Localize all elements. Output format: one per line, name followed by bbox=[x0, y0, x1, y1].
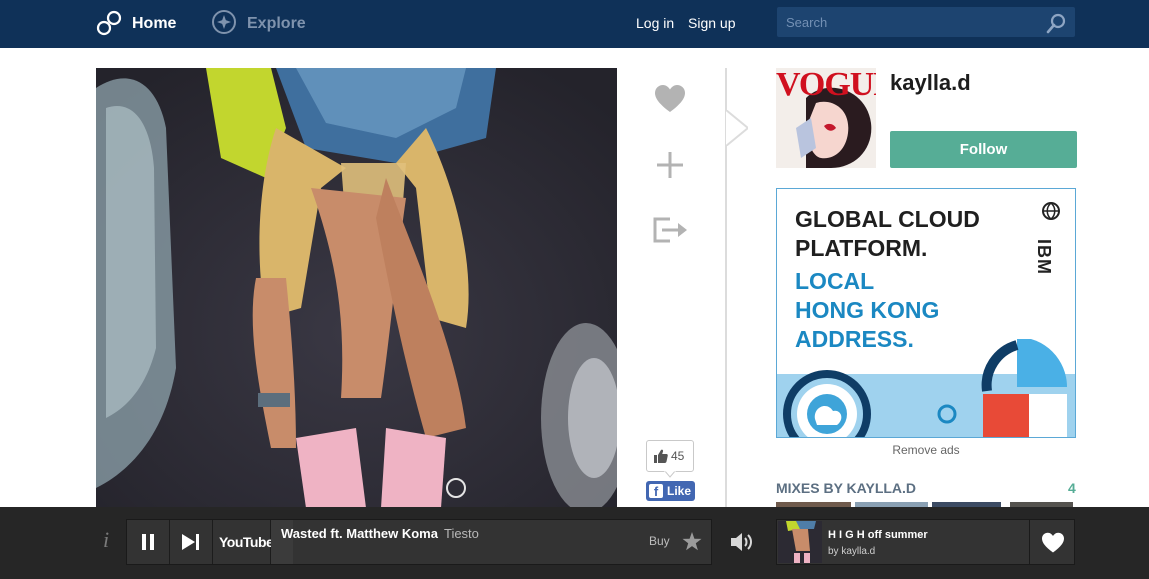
current-mix-author[interactable]: by kaylla.d bbox=[828, 546, 875, 557]
pause-icon bbox=[142, 534, 154, 550]
search-box bbox=[777, 7, 1075, 37]
thumbs-up-icon bbox=[654, 449, 668, 463]
mix-card-divider bbox=[1029, 520, 1030, 564]
mix-cover-image[interactable] bbox=[96, 68, 617, 508]
ad-line-3: LOCAL bbox=[795, 268, 875, 294]
signup-link[interactable]: Sign up bbox=[688, 15, 735, 31]
current-mix-card[interactable]: H I G H off summer by kaylla.d bbox=[776, 519, 1075, 565]
avatar[interactable]: VOGUE bbox=[776, 68, 876, 168]
ad-line-2: PLATFORM. bbox=[795, 235, 928, 261]
pause-button[interactable] bbox=[127, 520, 170, 564]
star-icon[interactable] bbox=[682, 532, 702, 551]
divider-notch bbox=[726, 110, 748, 146]
ad-line-4: HONG KONG bbox=[795, 297, 940, 323]
ad-graphic bbox=[777, 339, 1075, 437]
volume-icon[interactable] bbox=[730, 531, 756, 553]
current-mix-thumbnail bbox=[778, 521, 822, 563]
mixes-heading: MIXES BY KAYLLA.D bbox=[776, 480, 917, 496]
mixes-count[interactable]: 4 bbox=[1068, 480, 1076, 496]
facebook-like-label: Like bbox=[667, 484, 692, 498]
ad-brand: IBM bbox=[1034, 239, 1054, 275]
like-box-pointer bbox=[664, 470, 676, 478]
facebook-icon: f bbox=[649, 484, 663, 499]
compass-icon[interactable] bbox=[211, 9, 237, 35]
heart-icon[interactable] bbox=[654, 84, 686, 114]
current-mix-title[interactable]: H I G H off summer bbox=[828, 529, 928, 541]
youtube-button[interactable]: YouTube bbox=[213, 520, 274, 564]
search-input[interactable] bbox=[777, 7, 1037, 37]
like-count: 45 bbox=[671, 449, 685, 463]
search-icon[interactable] bbox=[1046, 12, 1068, 34]
profile-username[interactable]: kaylla.d bbox=[890, 70, 971, 96]
buy-link[interactable]: Buy bbox=[649, 534, 670, 548]
like-mix-heart-icon[interactable] bbox=[1040, 532, 1066, 554]
nav-explore[interactable]: Explore bbox=[247, 15, 306, 33]
add-icon[interactable] bbox=[656, 151, 684, 179]
skip-button[interactable] bbox=[170, 520, 213, 564]
track-info-button[interactable]: i bbox=[103, 527, 109, 553]
track-title: Wasted ft. Matthew Koma bbox=[281, 526, 438, 541]
globe-icon bbox=[1042, 202, 1060, 220]
skip-next-icon bbox=[182, 534, 199, 550]
now-playing: Wasted ft. Matthew Koma Tiesto bbox=[281, 526, 479, 541]
follow-button[interactable]: Follow bbox=[890, 131, 1077, 168]
track-artist: Tiesto bbox=[443, 526, 479, 541]
remove-ads-link[interactable]: Remove ads bbox=[776, 443, 1076, 457]
avatar-magazine-text: VOGUE bbox=[776, 68, 876, 103]
advertisement[interactable]: GLOBAL CLOUD PLATFORM. LOCAL HONG KONG A… bbox=[776, 188, 1076, 438]
share-icon[interactable] bbox=[652, 216, 690, 244]
login-link[interactable]: Log in bbox=[636, 15, 674, 31]
nav-home[interactable]: Home bbox=[132, 15, 176, 33]
youtube-logo: YouTube bbox=[219, 534, 274, 550]
ad-line-1: GLOBAL CLOUD bbox=[795, 206, 980, 232]
facebook-like-button[interactable]: f Like bbox=[646, 481, 695, 501]
logo-icon[interactable] bbox=[95, 9, 123, 37]
like-count-box: 45 bbox=[646, 440, 694, 472]
